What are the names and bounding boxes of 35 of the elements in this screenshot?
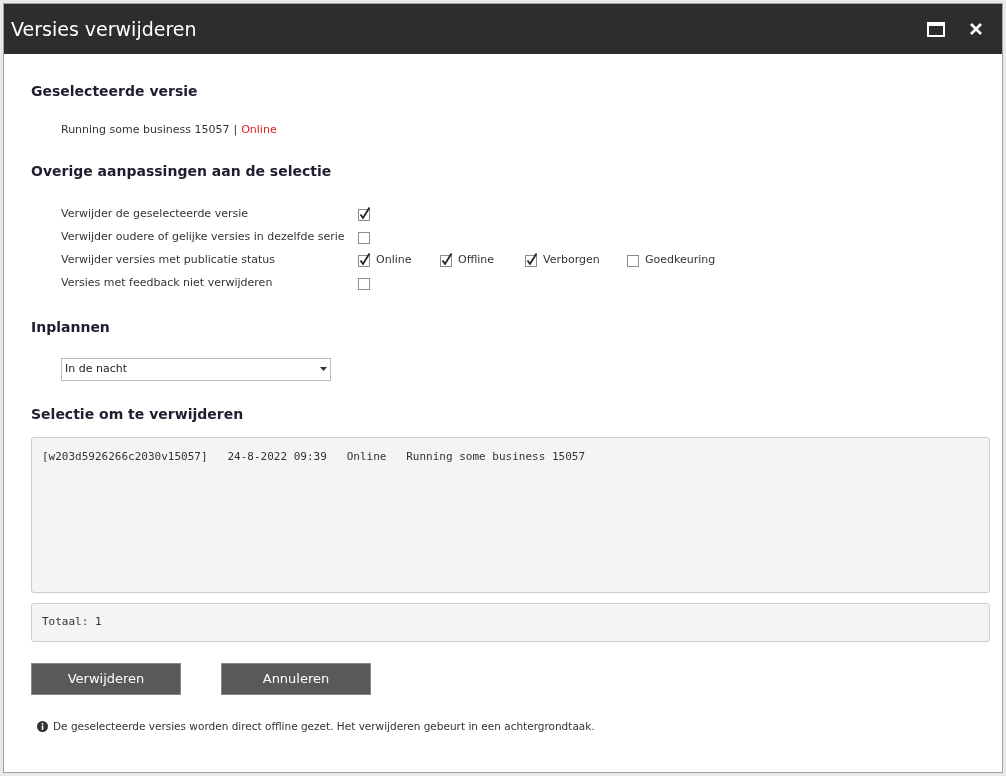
section-heading: Selectie om te verwijderen <box>31 404 245 424</box>
section-heading: Overige aanpassingen aan de selectie <box>31 161 333 181</box>
close-icon <box>970 23 982 35</box>
checkbox-label: Offline <box>458 251 495 268</box>
checkbox-label: Verborgen <box>543 251 600 268</box>
checkbox[interactable] <box>357 276 371 290</box>
separator: | <box>233 122 238 138</box>
total-count: Totaal: 1 <box>42 613 102 630</box>
checkbox-label: Goedkeuring <box>645 251 716 268</box>
option-label: Verwijder versies met publicatie status <box>61 251 276 268</box>
version-name: Running some business 15057 <box>61 122 230 138</box>
checkbox[interactable] <box>439 253 453 267</box>
option-label: Verwijder oudere of gelijke versies in dezelfde serie <box>61 228 346 245</box>
selection-entry: [w203d5926266c2030v15057] 24-8-2022 09:39 Online Running some business 15057 <box>42 448 586 465</box>
section-heading: Geselecteerde versie <box>31 82 199 101</box>
caret-icon <box>320 367 327 371</box>
section-heading: Inplannen <box>31 317 111 337</box>
checkbox[interactable] <box>357 207 371 221</box>
version-status: Online <box>241 122 277 138</box>
window-title: Versies verwijderen <box>11 16 198 42</box>
close-button[interactable] <box>968 21 984 37</box>
schedule-dropdown[interactable]: In de nacht <box>61 357 331 381</box>
checkbox[interactable] <box>357 230 371 244</box>
option-label: Versies met feedback niet verwijderen <box>61 274 274 291</box>
maximize-button[interactable] <box>926 19 946 39</box>
checkbox-label: Online <box>376 251 412 268</box>
info-icon <box>37 720 48 732</box>
checkbox[interactable] <box>357 253 371 267</box>
option-label: Verwijder de geselecteerde versie <box>61 205 249 222</box>
checkbox[interactable] <box>524 253 538 267</box>
action-button[interactable]: Verwijderen <box>31 662 181 695</box>
checkbox[interactable] <box>626 253 640 267</box>
maximize-icon <box>927 21 945 37</box>
info-text: De geselecteerde versies worden direct offline gezet. Het verwijderen gebeurt in een achtergrondtaak. <box>53 718 595 734</box>
action-button[interactable]: Annuleren <box>221 662 371 695</box>
